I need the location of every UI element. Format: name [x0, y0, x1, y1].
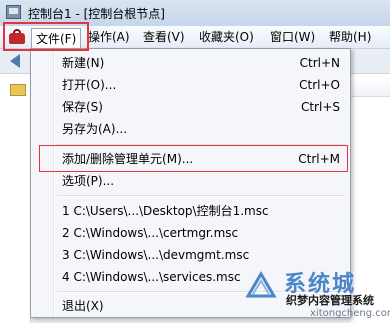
- back-arrow-icon[interactable]: [10, 54, 20, 68]
- menu-item-label: 添加/删除管理单元(M)...: [62, 152, 194, 166]
- menu-item-save-as[interactable]: 另存为(A)...: [33, 118, 348, 140]
- menu-bar: 文件(F) 操作(A) 查看(V) 收藏夹(O) 窗口(W) 帮助(H): [0, 26, 390, 49]
- toolbox-icon[interactable]: [6, 28, 28, 46]
- window-title: 控制台1 - [控制台根节点]: [28, 7, 165, 21]
- menu-item-label: 选项(P)...: [62, 174, 115, 188]
- watermark-logo-icon: [245, 271, 277, 298]
- menu-item-shortcut: Ctrl+O: [299, 78, 340, 92]
- menu-item-shortcut: Ctrl+M: [298, 152, 340, 166]
- menu-item-shortcut: Ctrl+N: [299, 56, 340, 70]
- watermark-slogan: 织梦内容管理系统: [286, 294, 374, 307]
- menu-item-label: 3 C:\Windows\...\devmgmt.msc: [62, 248, 250, 262]
- menu-favorites[interactable]: 收藏夹(O): [199, 29, 254, 47]
- menu-separator: [57, 195, 345, 197]
- menu-item-new[interactable]: 新建(N) Ctrl+N: [33, 52, 348, 74]
- menu-item-label: 另存为(A)...: [62, 122, 128, 136]
- menu-item-label: 退出(X): [62, 299, 104, 313]
- menu-item-options[interactable]: 选项(P)...: [33, 170, 348, 192]
- menu-item-label: 2 C:\Windows\...\certmgr.msc: [62, 226, 239, 240]
- menu-item-save[interactable]: 保存(S) Ctrl+S: [33, 96, 348, 118]
- menu-action[interactable]: 操作(A): [88, 29, 130, 47]
- menu-view[interactable]: 查看(V): [143, 29, 185, 47]
- menu-item-add-remove-snapin[interactable]: 添加/删除管理单元(M)... Ctrl+M: [33, 148, 348, 170]
- menu-item-recent-2[interactable]: 2 C:\Windows\...\certmgr.msc: [33, 222, 348, 244]
- menu-file[interactable]: 文件(F): [31, 28, 82, 48]
- menu-item-label: 新建(N): [62, 56, 105, 70]
- watermark-url: xitongcheng.com: [310, 308, 390, 319]
- console-tree-pane: [0, 74, 31, 323]
- menu-separator: [57, 144, 345, 146]
- column-header: [351, 78, 390, 97]
- menu-item-label: 1 C:\Users\...\Desktop\控制台1.msc: [62, 204, 269, 218]
- menu-help[interactable]: 帮助(H): [329, 29, 371, 47]
- folder-icon[interactable]: [10, 84, 26, 96]
- menu-item-shortcut: Ctrl+S: [300, 100, 340, 114]
- menu-item-recent-1[interactable]: 1 C:\Users\...\Desktop\控制台1.msc: [33, 200, 348, 222]
- menu-item-label: 保存(S): [62, 100, 103, 114]
- console-icon: [6, 5, 21, 19]
- menu-window[interactable]: 窗口(W): [270, 29, 315, 47]
- title-bar: 控制台1 - [控制台根节点]: [0, 0, 390, 27]
- menu-item-label: 4 C:\Windows\...\services.msc: [62, 270, 241, 284]
- menu-item-label: 打开(O)...: [62, 78, 117, 92]
- watermark: 系统城 织梦内容管理系统 xitongcheng.com: [244, 262, 390, 323]
- menu-item-open[interactable]: 打开(O)... Ctrl+O: [33, 74, 348, 96]
